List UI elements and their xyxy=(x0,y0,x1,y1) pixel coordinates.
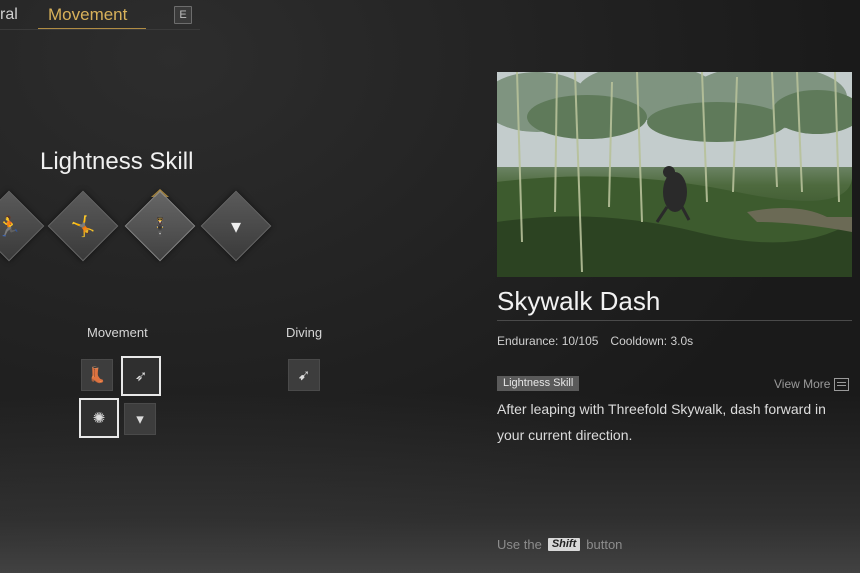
skill-preview-image xyxy=(497,72,852,277)
list-icon xyxy=(834,377,850,391)
skill-description: After leaping with Threefold Skywalk, da… xyxy=(497,401,826,443)
leap-figure-icon: 🏃 xyxy=(0,215,22,238)
view-more-button[interactable]: View More xyxy=(774,377,850,391)
spin-figure-icon: 🤸 xyxy=(70,215,96,238)
tab-divider xyxy=(0,29,200,30)
empty-slot-icon: ▾ xyxy=(230,215,242,238)
tab-general[interactable]: ral xyxy=(0,6,18,24)
endurance-stat: Endurance: 10/105 xyxy=(497,334,599,348)
tab-movement[interactable]: Movement xyxy=(48,5,127,25)
section-title: Lightness Skill xyxy=(40,148,194,175)
skill-type-tag: Lightness Skill xyxy=(497,376,580,391)
skill-slot-empty[interactable]: ▾ xyxy=(124,403,156,435)
shift-key-icon: Shift xyxy=(547,538,581,551)
skill-slot-skywalk-dash[interactable]: ➶ xyxy=(121,356,161,396)
skill-slot-dive[interactable]: ➹ xyxy=(288,359,320,391)
detail-divider xyxy=(497,320,852,321)
forest-scene-illustration xyxy=(497,72,852,277)
control-hint: Use the Shift button xyxy=(497,537,622,552)
skill-diamond-1[interactable]: 🏃 xyxy=(0,190,45,262)
skill-title: Skywalk Dash xyxy=(497,286,661,316)
boot-icon: 👢 xyxy=(87,367,107,384)
view-more-label: View More xyxy=(774,377,831,391)
skill-slot-boot[interactable]: 👢 xyxy=(81,359,113,391)
diving-group-label: Diving xyxy=(286,325,323,340)
skill-diamond-4[interactable]: ▾ xyxy=(200,190,272,262)
movement-group-label: Movement xyxy=(87,325,148,340)
dive-icon: ➹ xyxy=(297,367,311,384)
skill-diamond-3[interactable]: 🕴 xyxy=(124,190,196,262)
skill-stats: Endurance: 10/105 Cooldown: 3.0s xyxy=(497,334,693,348)
skill-diamond-2[interactable]: 🤸 xyxy=(47,190,119,262)
swirl-icon: ✺ xyxy=(92,410,106,427)
next-tab-key-hint[interactable]: E xyxy=(174,6,192,24)
hint-suffix: button xyxy=(586,537,623,552)
dash-icon: ➶ xyxy=(134,368,148,385)
cooldown-stat: Cooldown: 3.0s xyxy=(610,334,694,348)
skill-slot-swirl[interactable]: ✺ xyxy=(79,398,119,438)
skywalk-figure-icon: 🕴 xyxy=(147,215,173,238)
empty-slot-icon: ▾ xyxy=(136,411,144,428)
hint-prefix: Use the xyxy=(497,537,542,552)
